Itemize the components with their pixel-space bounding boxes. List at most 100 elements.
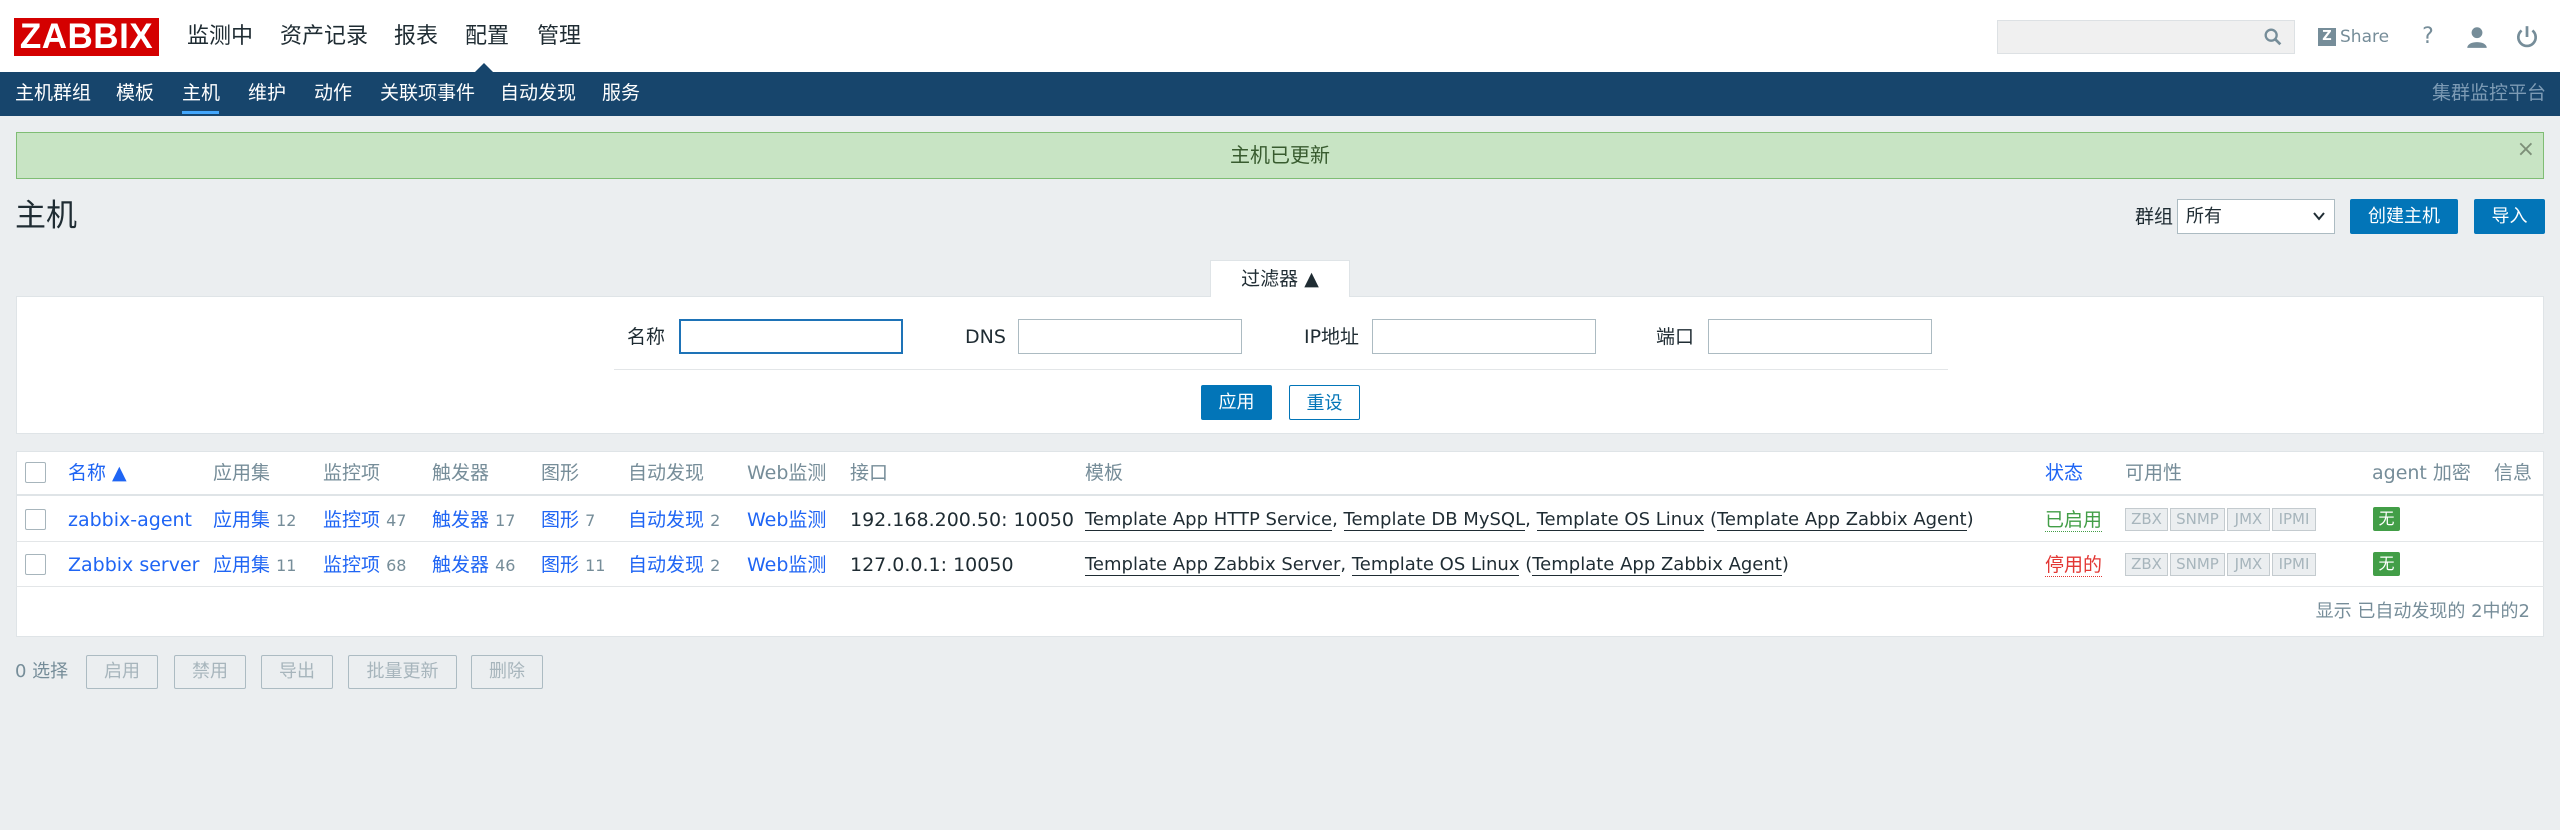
items-label[interactable]: 监控项: [323, 509, 380, 531]
column-header-status[interactable]: 状态: [2045, 461, 2083, 485]
mass-update-button[interactable]: 批量更新: [348, 655, 457, 689]
host-name-link[interactable]: Zabbix server: [68, 553, 200, 577]
triggers-label[interactable]: 触发器: [432, 554, 489, 576]
import-button[interactable]: 导入: [2474, 199, 2545, 234]
nav-configuration[interactable]: 配置: [465, 22, 509, 52]
host-name[interactable]: zabbix-agent: [68, 509, 192, 531]
disable-button[interactable]: 禁用: [174, 655, 246, 689]
items-label[interactable]: 监控项: [323, 554, 380, 576]
applications-label[interactable]: 应用集: [213, 554, 270, 576]
applications-link[interactable]: 应用集 12: [213, 508, 296, 533]
delete-button[interactable]: 删除: [471, 655, 543, 689]
graphs-link[interactable]: 图形 7: [541, 508, 595, 533]
subnav-discovery[interactable]: 自动发现: [500, 81, 576, 105]
subnav-actions[interactable]: 动作: [314, 81, 352, 105]
triggers-label[interactable]: 触发器: [432, 509, 489, 531]
success-message-text: 主机已更新: [1230, 143, 1330, 167]
graphs-label[interactable]: 图形: [541, 509, 579, 531]
discovery-count: 2: [710, 511, 721, 530]
encryption-badge: 无: [2373, 507, 2400, 531]
applications-label[interactable]: 应用集: [213, 509, 270, 531]
table-header-divider: [16, 494, 2544, 496]
graphs-link[interactable]: 图形 11: [541, 553, 605, 578]
template-link[interactable]: Template DB MySQL: [1343, 509, 1526, 531]
apply-button[interactable]: 应用: [1201, 385, 1272, 420]
export-button[interactable]: 导出: [261, 655, 333, 689]
nav-monitoring[interactable]: 监测中: [187, 22, 253, 52]
nav-inventory[interactable]: 资产记录: [280, 22, 368, 52]
items-link[interactable]: 监控项 47: [323, 508, 406, 533]
availability-snmp-badge: SNMP: [2170, 553, 2225, 576]
discovery-link[interactable]: 自动发现 2: [628, 508, 720, 533]
enable-button[interactable]: 启用: [86, 655, 158, 689]
reset-button[interactable]: 重设: [1289, 385, 1360, 420]
items-link[interactable]: 监控项 68: [323, 553, 406, 578]
availability-ipmi-badge: IPMI: [2272, 553, 2316, 576]
create-host-button[interactable]: 创建主机: [2350, 199, 2458, 234]
status-toggle[interactable]: 停用的: [2045, 553, 2103, 577]
column-header-availability: 可用性: [2125, 462, 2183, 484]
parent-template-link[interactable]: Template App Zabbix Agent: [1532, 554, 1782, 576]
filter-name-input[interactable]: [679, 319, 903, 354]
nav-reports[interactable]: 报表: [394, 22, 438, 52]
web-link[interactable]: Web监测: [747, 508, 826, 532]
host-name-link[interactable]: zabbix-agent: [68, 508, 192, 532]
user-profile-icon[interactable]: [2464, 24, 2490, 50]
search-input[interactable]: [1997, 20, 2295, 54]
availability-zbx-badge: ZBX: [2125, 553, 2168, 576]
web-label[interactable]: Web监测: [747, 554, 826, 576]
filter-name-label: 名称: [627, 326, 666, 348]
template-link[interactable]: Template App HTTP Service: [1085, 509, 1333, 531]
templates-cell: Template App Zabbix Server, Template OS …: [1085, 554, 1789, 576]
active-nav-indicator: [475, 63, 493, 72]
filter-port-input[interactable]: [1708, 319, 1932, 354]
items-count: 47: [386, 511, 407, 530]
nav-administration[interactable]: 管理: [537, 22, 581, 52]
graphs-count: 11: [585, 556, 606, 575]
subnav-hosts[interactable]: 主机: [182, 81, 220, 105]
column-header-applications: 应用集: [213, 462, 271, 484]
discovery-label[interactable]: 自动发现: [628, 509, 704, 531]
zabbix-logo[interactable]: ZABBIX: [14, 18, 159, 56]
graphs-label[interactable]: 图形: [541, 554, 579, 576]
select-all-checkbox[interactable]: [25, 462, 46, 483]
server-name-label: 集群监控平台: [2431, 82, 2546, 104]
subnav-templates[interactable]: 模板: [116, 81, 154, 105]
filter-dns-input[interactable]: [1018, 319, 1242, 354]
filter-ip-input[interactable]: [1372, 319, 1596, 354]
filter-panel: [16, 296, 2544, 434]
filter-toggle-tab[interactable]: 过滤器 ▲: [1210, 260, 1350, 297]
close-icon[interactable]: ×: [2517, 127, 2535, 172]
web-label[interactable]: Web监测: [747, 509, 826, 531]
template-link[interactable]: Template OS Linux: [1351, 554, 1520, 576]
web-link[interactable]: Web监测: [747, 553, 826, 577]
search-icon[interactable]: [2262, 26, 2284, 48]
subnav-maintenance[interactable]: 维护: [248, 81, 286, 105]
triggers-link[interactable]: 触发器 17: [432, 508, 515, 533]
applications-link[interactable]: 应用集 11: [213, 553, 296, 578]
share-link[interactable]: Z Share: [2318, 24, 2389, 50]
template-link[interactable]: Template App Zabbix Server: [1085, 554, 1341, 576]
subnav-host-groups[interactable]: 主机群组: [15, 81, 91, 105]
triggers-link[interactable]: 触发器 46: [432, 553, 515, 578]
template-link[interactable]: Template OS Linux: [1536, 509, 1705, 531]
row-checkbox[interactable]: [25, 509, 46, 530]
selected-count: 0 选择: [15, 661, 69, 682]
discovery-link[interactable]: 自动发现 2: [628, 553, 720, 578]
status-toggle[interactable]: 已启用: [2045, 508, 2103, 532]
status-enabled[interactable]: 已启用: [2045, 509, 2103, 532]
row-checkbox[interactable]: [25, 554, 46, 575]
subnav-services[interactable]: 服务: [602, 81, 640, 105]
parent-template-link[interactable]: Template App Zabbix Agent: [1716, 509, 1967, 531]
graphs-count: 7: [585, 511, 596, 530]
interface-value: 192.168.200.50: 10050: [850, 509, 1074, 531]
subnav-correlation[interactable]: 关联项事件: [380, 81, 475, 105]
column-header-name[interactable]: 名称 ▲: [68, 461, 127, 485]
discovery-label[interactable]: 自动发现: [628, 554, 704, 576]
share-icon: Z: [2318, 28, 2336, 46]
help-icon[interactable]: ?: [2415, 24, 2441, 50]
host-name[interactable]: Zabbix server: [68, 554, 200, 576]
row-divider: [16, 541, 2544, 542]
logout-icon[interactable]: [2514, 24, 2540, 50]
status-disabled[interactable]: 停用的: [2045, 554, 2103, 577]
